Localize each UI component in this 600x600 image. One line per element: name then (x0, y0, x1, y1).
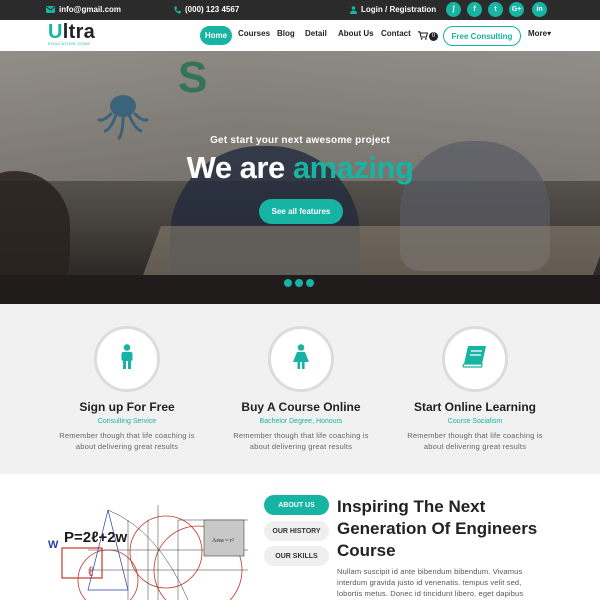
feature-subtitle[interactable]: Course Socialism (388, 418, 562, 425)
hero-slider: S Get start your next awesome project We… (0, 51, 600, 304)
rss-icon[interactable]: ʃ (446, 2, 461, 17)
feature-text: Remember though that life coaching is ab… (59, 431, 195, 451)
hero-title-plain: We are (186, 150, 293, 185)
person-icon (119, 343, 135, 375)
hero-title-accent: amazing (292, 150, 414, 185)
nav-more-label: More (528, 29, 548, 38)
features-section: Sign up For Free Consulting Service Reme… (0, 304, 600, 474)
linkedin-icon[interactable]: in (532, 2, 547, 17)
phone-icon (174, 6, 181, 14)
feature-card: Buy A Course Online Bachelor Degree, Hon… (214, 304, 388, 452)
feature-text: Remember though that life coaching is ab… (233, 431, 369, 451)
envelope-icon (46, 6, 55, 13)
tab-our-history[interactable]: OUR HISTORY (264, 521, 329, 541)
logo-letter-u: U (48, 21, 63, 43)
about-section: Area = r² W P=2ℓ+2w ℓ ABOUT US OUR HISTO… (0, 474, 600, 600)
phone-contact[interactable]: (000) 123 4567 (174, 5, 239, 14)
free-consulting-button[interactable]: Free Consulting (443, 26, 521, 46)
nav-detail[interactable]: Detail (305, 29, 327, 38)
nav-contact[interactable]: Contact (381, 29, 411, 38)
feature-text: Remember though that life coaching is ab… (407, 431, 543, 451)
cart-icon (418, 27, 429, 45)
feature-title: Start Online Learning (413, 400, 536, 414)
l-label: ℓ (87, 565, 94, 580)
logo-word-rest: ltra (62, 21, 96, 43)
feature-title: Sign up For Free (79, 400, 175, 414)
person-dress-icon (292, 343, 310, 375)
feature-subtitle[interactable]: Consulting Service (40, 418, 214, 425)
cart-count-badge: 0 (429, 31, 438, 41)
hero-subtitle: Get start your next awesome project (210, 135, 390, 146)
email-contact[interactable]: info@gmail.com (46, 5, 121, 14)
nav-courses[interactable]: Courses (238, 29, 270, 38)
feature-icon-circle (268, 326, 334, 392)
about-title: Inspiring The Next Generation Of Enginee… (337, 497, 538, 560)
twitter-icon[interactable]: t (488, 2, 503, 17)
feature-card: Sign up For Free Consulting Service Reme… (40, 304, 214, 452)
tab-our-skills[interactable]: OUR SKILLS (264, 546, 329, 566)
feature-subtitle[interactable]: Bachelor Degree, Honours (214, 418, 388, 425)
feature-title: Buy A Course Online (241, 400, 361, 414)
nav-about-us[interactable]: About Us (338, 29, 374, 38)
slide-dot-3[interactable] (306, 279, 314, 287)
login-text: Login / Registration (361, 5, 437, 14)
hero-title: We are amazing (0, 150, 600, 186)
nav-blog[interactable]: Blog (277, 29, 295, 38)
math-illustration: Area = r² W P=2ℓ+2w ℓ (48, 490, 248, 600)
area-formula-label: Area = r² (212, 538, 234, 544)
google-plus-icon[interactable]: G+ (509, 2, 524, 17)
email-text: info@gmail.com (59, 5, 122, 14)
feature-card: Start Online Learning Course Socialism R… (388, 304, 562, 452)
caret-down-icon: ▾ (547, 29, 552, 38)
perimeter-formula-label: P=2ℓ+2w (64, 529, 128, 546)
w-label: W (48, 539, 59, 551)
logo[interactable]: Ultra EDUCATION ZONE (48, 21, 95, 46)
see-all-features-button[interactable]: See all features (259, 199, 343, 224)
main-header: Ultra EDUCATION ZONE Home Courses Blog D… (0, 20, 600, 51)
facebook-icon[interactable]: f (467, 2, 482, 17)
about-text: Nullam suscipit id ante bibendum bibendu… (337, 567, 524, 598)
login-link[interactable]: Login / Registration (350, 5, 436, 14)
feature-icon-circle (442, 326, 508, 392)
book-icon (462, 345, 488, 374)
cart-button[interactable]: 0 (418, 27, 438, 45)
slider-pagination (284, 279, 314, 287)
top-bar: info@gmail.com (000) 123 4567 Login / Re… (0, 0, 600, 20)
phone-text: (000) 123 4567 (185, 5, 240, 14)
logo-word: Ultra (48, 21, 95, 43)
nav-home[interactable]: Home (200, 26, 232, 45)
feature-icon-circle (94, 326, 160, 392)
tab-about-us[interactable]: ABOUT US (264, 495, 329, 515)
slide-dot-2[interactable] (295, 279, 303, 287)
nav-more-dropdown[interactable]: More▾ (528, 29, 551, 38)
user-icon (350, 5, 357, 14)
slide-dot-1[interactable] (284, 279, 292, 287)
logo-tagline: EDUCATION ZONE (48, 41, 91, 46)
